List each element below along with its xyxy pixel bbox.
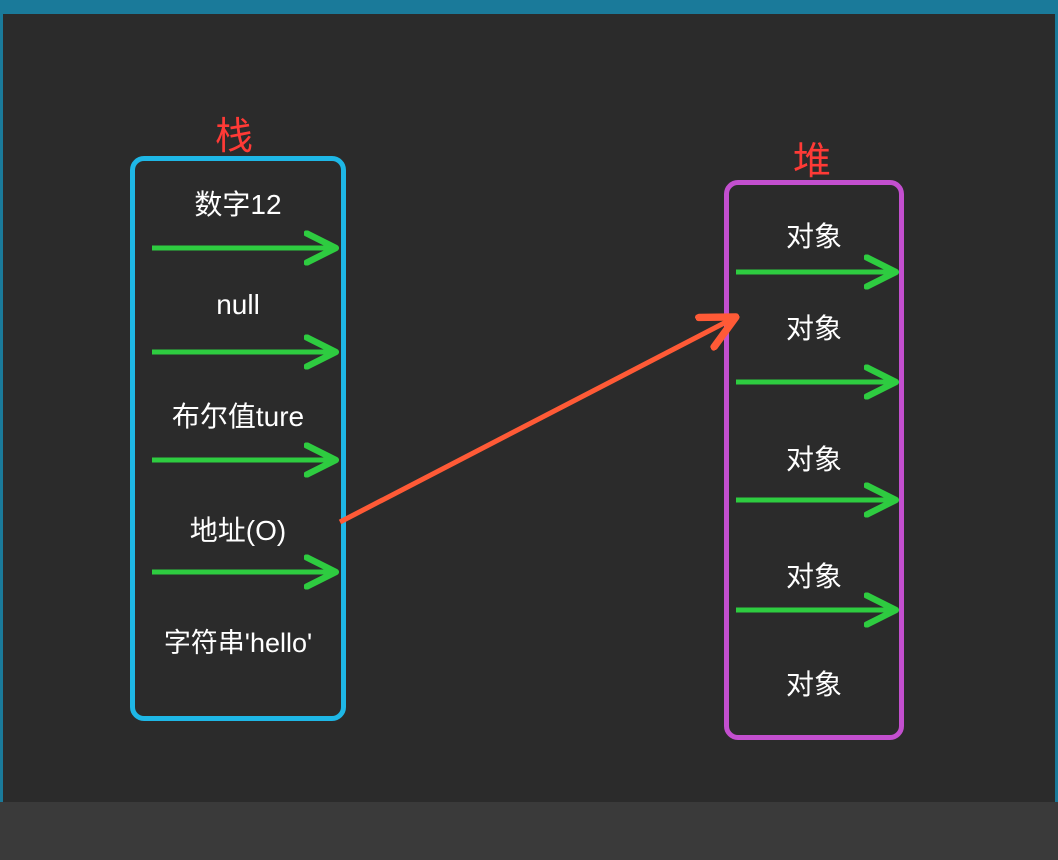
heap-item: 对象 [729,663,899,703]
heap-box: 对象 对象 对象 对象 对象 [724,180,904,740]
stack-box: 数字12 null 布尔值ture 地址(O) 字符串'hello' [130,156,346,721]
heap-item: 对象 [729,555,899,595]
bottom-panel [0,802,1058,860]
stack-title: 栈 [215,105,253,160]
heap-item: 对象 [729,307,899,347]
stack-item: 布尔值ture [135,395,341,435]
stack-item: 字符串'hello' [135,621,341,660]
diagram-content: 栈 堆 数字12 null 布尔值ture 地址(O) 字符串'hello' 对… [0,0,1058,860]
stack-item: 数字12 [135,183,341,223]
pointer-arrow-icon [340,320,730,522]
heap-item: 对象 [729,438,899,478]
stack-item: null [135,289,341,321]
heap-title: 堆 [793,130,831,185]
heap-item: 对象 [729,215,899,255]
stack-item: 地址(O) [135,509,341,549]
